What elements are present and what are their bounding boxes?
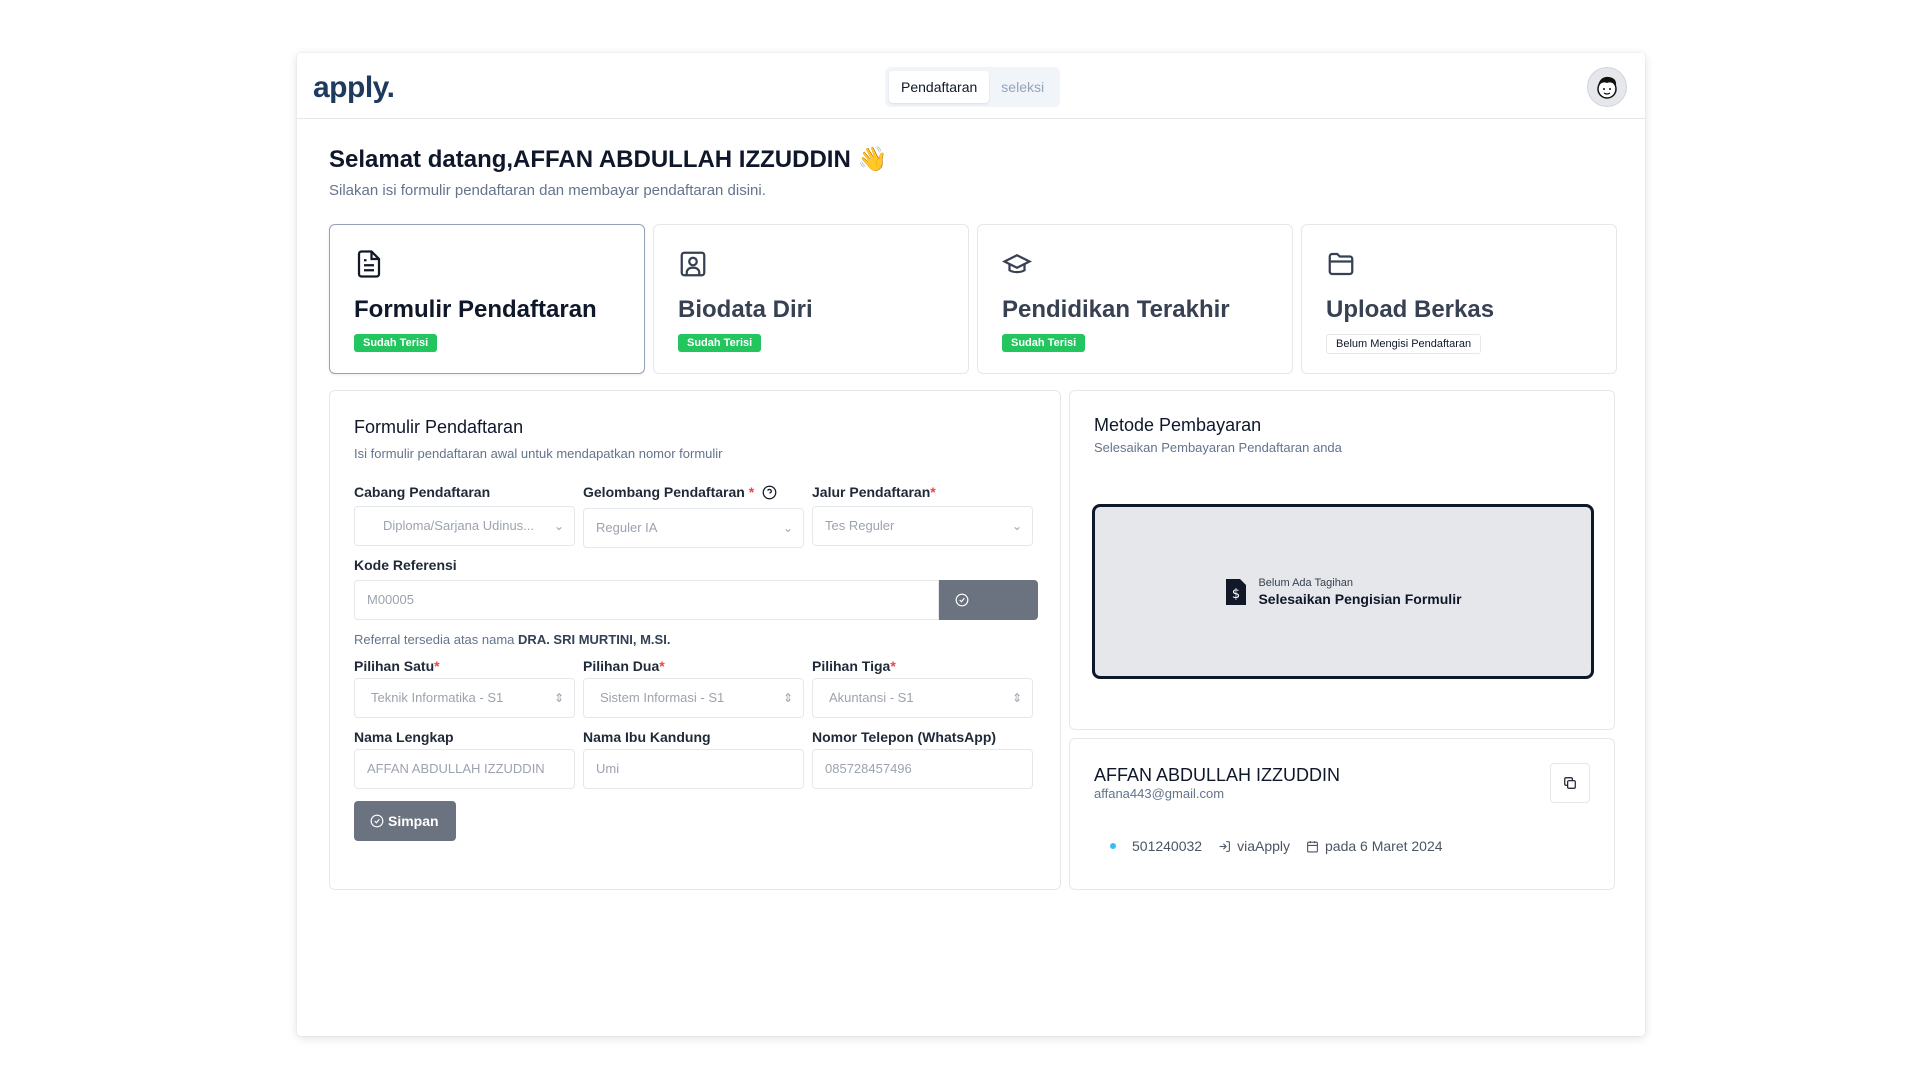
tab-seleksi[interactable]: seleksi (989, 71, 1056, 103)
chevron-updown-icon: ⇕ (1011, 691, 1022, 705)
step-card-pendidikan[interactable]: Pendidikan Terakhir Sudah Terisi (977, 224, 1293, 374)
pilihan2-select[interactable]: Sistem Informasi - S1 ⇕ (583, 678, 804, 718)
calendar-icon (1307, 840, 1318, 852)
pilihan1-label: Pilihan Satu* (354, 658, 440, 674)
step-card-biodata[interactable]: Biodata Diri Sudah Terisi (653, 224, 969, 374)
pilihan3-label: Pilihan Tiga* (812, 658, 896, 674)
cabang-select[interactable]: Diploma/Sarjana Udinus... ⌄ (354, 506, 575, 546)
avatar-face-icon (1597, 76, 1617, 99)
graduation-cap-icon (1001, 253, 1033, 274)
copy-button[interactable] (1550, 763, 1590, 803)
registration-form-card: Formulir Pendaftaran Isi formulir pendaf… (329, 390, 1061, 890)
tab-pendaftaran[interactable]: Pendaftaran (889, 71, 990, 103)
payment-title: Metode Pembayaran (1094, 415, 1262, 435)
jalur-select[interactable]: Tes Reguler ⌄ (812, 506, 1033, 546)
chevron-updown-icon: ⇕ (782, 691, 793, 705)
status-badge: Sudah Terisi (1002, 334, 1086, 352)
nav-tabs: Pendaftaran seleksi (885, 67, 1061, 107)
login-arrow-icon (1219, 840, 1230, 852)
avatar[interactable] (1587, 67, 1627, 107)
document-icon (357, 250, 381, 278)
step-card-upload[interactable]: Upload Berkas Belum Mengisi Pendaftaran (1301, 224, 1617, 374)
check-circle-icon (370, 814, 384, 828)
user-email: affana443@gmail.com (1094, 786, 1225, 801)
telp-label: Nomor Telepon (WhatsApp) (812, 729, 997, 745)
gelombang-label: Gelombang Pendaftaran * (583, 484, 777, 500)
nama-label: Nama Lengkap (354, 729, 454, 745)
page-title: Selamat datang,AFFAN ABDULLAH IZZUDDIN 👋 (329, 146, 888, 173)
receipt-dollar-icon: $ (1226, 578, 1247, 605)
pilihan1-select[interactable]: Teknik Informatika - S1 ⇕ (354, 678, 575, 718)
referral-note: Referral tersedia atas nama DRA. SRI MUR… (354, 632, 671, 647)
status-dot (1110, 843, 1116, 849)
chevron-down-icon: ⌄ (1011, 519, 1022, 533)
status-badge: Sudah Terisi (354, 334, 438, 352)
check-circle-icon (955, 593, 969, 607)
ibu-label: Nama Ibu Kandung (583, 729, 711, 745)
app-logo[interactable]: apply. (313, 71, 395, 105)
folder-icon (1328, 252, 1354, 276)
ibu-input[interactable]: Umi (583, 749, 804, 789)
kode-label: Kode Referensi (354, 557, 457, 573)
bill-status-box[interactable]: $ Belum Ada Tagihan Selesaikan Pengisian… (1092, 504, 1594, 679)
bill-text: Belum Ada Tagihan Selesaikan Pengisian F… (1258, 576, 1462, 607)
user-meta: 501240032 viaApply pada 6 Maret 2024 (1110, 838, 1443, 854)
user-name: AFFAN ABDULLAH IZZUDDIN (1094, 765, 1341, 785)
gelombang-select[interactable]: Reguler IA ⌄ (583, 508, 804, 548)
greeting: Selamat datang,AFFAN ABDULLAH IZZUDDIN 👋… (329, 145, 887, 199)
step-cards: Formulir Pendaftaran Sudah Terisi Biodat… (329, 224, 1617, 374)
svg-text:$: $ (1232, 587, 1240, 602)
registration-date: pada 6 Maret 2024 (1325, 838, 1443, 854)
form-number: 501240032 (1132, 838, 1203, 854)
nama-input[interactable]: AFFAN ABDULLAH IZZUDDIN (354, 749, 575, 789)
user-info-card: AFFAN ABDULLAH IZZUDDIN affana443@gmail.… (1069, 738, 1615, 890)
payment-subtitle: Selesaikan Pembayaran Pendaftaran anda (1094, 440, 1342, 455)
status-badge: Sudah Terisi (678, 334, 762, 352)
periksa-button[interactable]: Periksa (939, 580, 1038, 648)
profile-card-icon (680, 251, 706, 277)
cabang-label: Cabang Pendaftaran (354, 484, 491, 500)
form-subtitle: Isi formulir pendaftaran awal untuk mend… (354, 446, 723, 461)
top-navbar: apply. Pendaftaran seleksi (297, 53, 1645, 119)
step-title: Pendidikan Terakhir (1002, 296, 1230, 323)
pilihan3-select[interactable]: Akuntansi - S1 ⇕ (812, 678, 1033, 718)
step-title: Upload Berkas (1326, 296, 1495, 323)
via-source: viaApply (1237, 838, 1290, 854)
chevron-down-icon: ⌄ (782, 521, 793, 535)
payment-card: Metode Pembayaran Selesaikan Pembayaran … (1069, 390, 1615, 730)
telp-input[interactable]: 085728457496 (812, 749, 1033, 789)
pilihan2-label: Pilihan Dua* (583, 658, 665, 674)
app-window: apply. Pendaftaran seleksi Selamat datan… (297, 53, 1645, 1036)
kode-referensi-input[interactable]: M00005 (354, 580, 939, 620)
step-card-formulir[interactable]: Formulir Pendaftaran Sudah Terisi (329, 224, 645, 374)
copy-icon (1564, 777, 1576, 789)
form-title: Formulir Pendaftaran (354, 417, 524, 437)
jalur-label: Jalur Pendaftaran* (812, 484, 936, 500)
chevron-updown-icon: ⇕ (553, 691, 564, 705)
wave-emoji: 👋 (857, 146, 888, 173)
status-badge: Belum Mengisi Pendaftaran (1326, 334, 1482, 354)
simpan-button[interactable]: Simpan (354, 801, 456, 841)
page-subtitle: Silakan isi formulir pendaftaran dan mem… (329, 182, 766, 199)
step-title: Formulir Pendaftaran (354, 296, 597, 323)
step-title: Biodata Diri (678, 296, 813, 323)
help-icon[interactable] (762, 485, 777, 500)
chevron-down-icon: ⌄ (553, 519, 564, 533)
